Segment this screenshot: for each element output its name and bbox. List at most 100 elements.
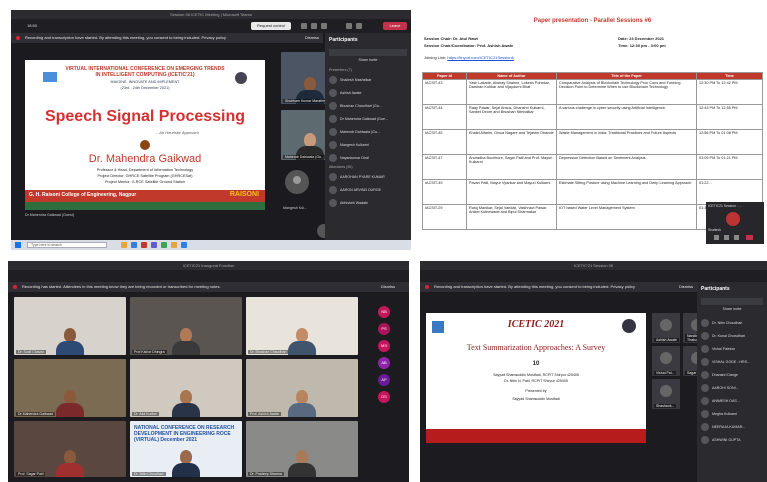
q3-video-tile[interactable]: Dr. Pradeep Sharma [246, 421, 358, 477]
taskbar-app-icon[interactable] [171, 242, 177, 248]
q1-logo-left [43, 72, 57, 82]
q4-dismiss-button[interactable]: Dismiss [679, 282, 693, 292]
q3-video-tile[interactable]: NATIONAL CONFERENCE ON RESEARCH DEVELOPM… [130, 421, 242, 477]
q4-search-box[interactable] [701, 298, 763, 305]
q1-video3-name: Mangesh Kul... [283, 206, 307, 210]
q4-shared-slide: ICETIC 2021 Text Summarization Approache… [426, 313, 646, 443]
participant-item[interactable]: Abhishek Wadate [325, 196, 411, 209]
participant-item[interactable]: Dhanshri Dange [697, 368, 767, 381]
participant-item[interactable]: Nayankumar Dhal [325, 151, 411, 164]
participant-item[interactable]: AAROHAN PYARE KUMAR [325, 170, 411, 183]
q2-time: Time: 12:30 pm - 3:00 pm [618, 43, 666, 48]
q1-leave-button[interactable]: Leave [383, 22, 407, 30]
mic-icon[interactable] [714, 235, 719, 240]
q1-request-control-button[interactable]: Request control [251, 22, 291, 30]
avatar [701, 344, 709, 353]
q4-participants-title: Participants [701, 286, 730, 292]
taskbar-app-icon[interactable] [131, 242, 137, 248]
taskbar-app-icon[interactable] [151, 242, 157, 248]
windows-start-icon[interactable] [15, 242, 21, 248]
q3-teams-window: ICETIC21 Inaugural Function Recording ha… [8, 261, 409, 482]
taskbar-app-icon[interactable] [161, 242, 167, 248]
q2-joining-link[interactable]: https://tinyurl.com/ICETIC21Session6 [447, 55, 513, 60]
avatar[interactable]: PS [378, 323, 390, 335]
mic-icon[interactable] [356, 23, 362, 29]
avatar[interactable]: AB [378, 357, 390, 369]
q4-share-invite-button[interactable]: Share invite [711, 307, 753, 314]
q2-chair: Session Chair: Dr. Atul Rawt [424, 36, 478, 41]
participant-item[interactable]: Shailesh Mashelkar [325, 73, 411, 86]
people-icon[interactable] [311, 23, 317, 29]
participant-item[interactable]: AARON ARVIND DURGE [325, 183, 411, 196]
table-row: IACSIT-44 Raay Pawar, Sejal Ansus, Dhansh… [422, 104, 763, 130]
participant-item[interactable]: Mahendr Dahiwala (Gu... [325, 125, 411, 138]
participant-item[interactable]: Mangesh Kulkarni [325, 138, 411, 151]
avatar[interactable]: MS [378, 340, 390, 352]
participant-item[interactable]: AAROHI SONI... [697, 381, 767, 394]
participant-item[interactable]: VISHAL GODE - HRS... [697, 355, 767, 368]
q4-presented-by: Presented by [525, 389, 547, 393]
avatar[interactable]: AP [378, 374, 390, 386]
q3-video-tile[interactable]: Prof Kishor Dhingra [130, 297, 242, 355]
q3-video-tile[interactable]: Dr. Bhushan Chaudhari [246, 297, 358, 355]
participant-item[interactable]: Dr Mahendra Gaikwad (Gue... [325, 112, 411, 125]
participant-item[interactable]: Dr. Nitin Choudhari [697, 316, 767, 329]
taskbar-app-icon[interactable] [181, 242, 187, 248]
q2-mini-call-window[interactable]: ICETIC21 Session - ... Shailesh [706, 202, 764, 244]
participant-item[interactable]: Ashish Awate [325, 86, 411, 99]
camera-icon[interactable] [346, 23, 352, 29]
q1-taskbar: Type here to search [11, 240, 411, 250]
chat-icon[interactable] [301, 23, 307, 29]
avatar [329, 127, 337, 136]
q4-slide-footer [426, 429, 646, 443]
q4-participants-panel: Participants Share invite Dr. Nitin Chou… [697, 282, 767, 482]
q4-video-tile[interactable]: Vishal Pal... [652, 346, 680, 376]
q1-slide-footer [25, 202, 265, 210]
q3-video-tile[interactable]: Prof. Ashish Awate [246, 359, 358, 417]
avatar[interactable]: DS [378, 391, 390, 403]
q2-schedule-document: Paper presentation - Parallel Sessions #… [418, 6, 767, 250]
camera-icon[interactable] [724, 235, 729, 240]
participant-item[interactable]: Dr. Kunal Chowdhari [697, 329, 767, 342]
q3-dismiss-button[interactable]: Dismiss [381, 282, 395, 292]
q3-video-tile[interactable]: Dr. Sunil Chavan [14, 297, 126, 355]
q1-share-invite-button[interactable]: Share invite [345, 58, 391, 65]
participant-item[interactable]: ASHWINI GUPTA [697, 433, 767, 446]
avatar [701, 422, 709, 431]
q1-search-box[interactable] [329, 49, 407, 56]
person-figure [56, 450, 84, 477]
q1-dismiss-button[interactable]: Dismiss [305, 33, 319, 43]
q1-logo-right [235, 72, 247, 84]
q1-avatar-tile[interactable] [285, 170, 309, 194]
q1-conference-title: VIRTUAL INTERNATIONAL CONFERENCE ON EMER… [65, 66, 225, 78]
q4-meeting-toolbar [420, 270, 767, 282]
q3-video-tile[interactable]: Prof. Sagar Patil [14, 421, 126, 477]
column-header: Paper Id [422, 72, 467, 80]
person-figure [288, 328, 316, 355]
taskbar-app-icon[interactable] [121, 242, 127, 248]
participant-item[interactable]: Bhushan Chaudhari (Gu... [325, 99, 411, 112]
q1-presenter-label: Dr Mahendra Gaikwad (Guest) [25, 213, 74, 217]
table-row: IACSIT-43 Yash Lakade, Akshay Shahne, Lok… [422, 79, 763, 105]
share-icon[interactable] [734, 235, 739, 240]
reactions-icon[interactable] [321, 23, 327, 29]
q3-video-tile[interactable]: Dr. Atul Kudwe [130, 359, 242, 417]
participant-item[interactable]: ANIMESH DAS... [697, 394, 767, 407]
q1-slide-subtitle: ... An Heuristic Approach [155, 130, 199, 135]
participant-item[interactable]: NEERAJA KUMAR... [697, 420, 767, 433]
avatar[interactable]: NB [378, 306, 390, 318]
avatar [329, 101, 337, 110]
q4-logo-right [622, 319, 636, 333]
q1-taskbar-search[interactable]: Type here to search [27, 242, 107, 248]
q4-video-tile[interactable]: Shashank... [652, 379, 680, 409]
q3-video-tile[interactable]: Dr Mahendra Gaikwad [14, 359, 126, 417]
taskbar-app-icon[interactable] [141, 242, 147, 248]
q3-side-avatars: NB PS MS AB AP DS [364, 301, 404, 408]
participant-item[interactable]: Megha Kulkarni [697, 407, 767, 420]
q4-authors: Sayyad Shamsuddin Mustfadi, RCPIT Shirpu… [493, 373, 579, 377]
hangup-icon[interactable] [746, 235, 753, 240]
person-figure [288, 390, 316, 417]
q4-video-tile[interactable]: Ashish Awate [652, 313, 680, 343]
participant-item[interactable]: Vishal Palekar [697, 342, 767, 355]
q3-title-bar: ICETIC21 Inaugural Function [8, 261, 409, 270]
